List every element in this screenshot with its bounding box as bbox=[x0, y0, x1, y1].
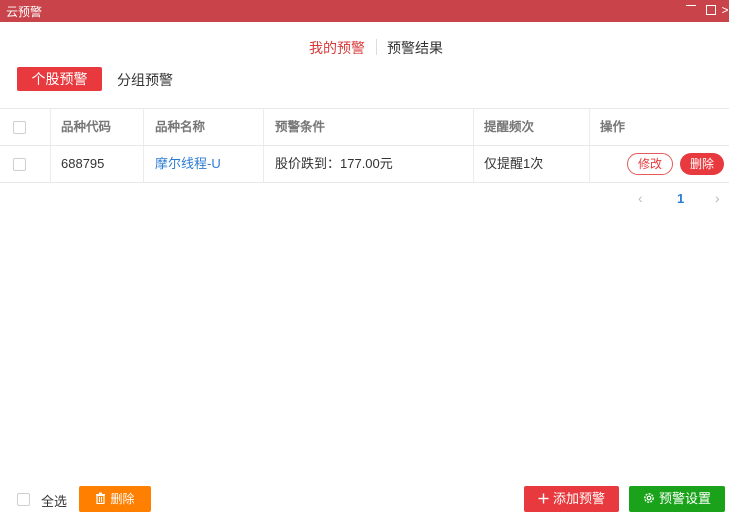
row-checkbox[interactable] bbox=[13, 158, 26, 171]
column-divider bbox=[589, 109, 590, 145]
minimize-icon bbox=[686, 5, 696, 6]
tab-group-alerts[interactable]: 分组预警 bbox=[117, 70, 173, 90]
header-frequency: 提醒频次 bbox=[484, 120, 535, 134]
maximize-icon bbox=[706, 5, 716, 15]
top-nav: 我的预警 预警结果 bbox=[0, 38, 729, 56]
close-button[interactable]: > bbox=[721, 2, 729, 18]
prev-page-icon[interactable]: ‹ bbox=[638, 190, 643, 206]
table-row: 688795 摩尔线程-U 股价跌到：177.00元 仅提醒1次 修改 删除 bbox=[0, 146, 729, 183]
next-page-icon[interactable]: › bbox=[715, 190, 720, 206]
header-name: 品种名称 bbox=[155, 120, 206, 134]
column-divider bbox=[589, 146, 590, 182]
nav-divider bbox=[376, 39, 377, 55]
edit-button[interactable]: 修改 bbox=[627, 153, 673, 175]
row-frequency: 仅提醒1次 bbox=[484, 156, 544, 171]
header-checkbox[interactable] bbox=[13, 121, 26, 134]
select-all-label[interactable]: 全选 bbox=[41, 491, 67, 510]
title-bar: 云预警 > bbox=[0, 0, 729, 22]
header-actions: 操作 bbox=[600, 120, 626, 134]
column-divider bbox=[50, 109, 51, 145]
tab-stock-alerts[interactable]: 个股预警 bbox=[17, 67, 102, 91]
column-divider bbox=[263, 109, 264, 145]
trash-icon bbox=[95, 486, 106, 512]
column-divider bbox=[143, 109, 144, 145]
add-alert-button[interactable]: 添加预警 bbox=[524, 486, 619, 512]
column-divider bbox=[263, 146, 264, 182]
bulk-delete-button[interactable]: 删除 bbox=[79, 486, 151, 512]
select-all-checkbox[interactable] bbox=[17, 493, 30, 506]
column-divider bbox=[473, 109, 474, 145]
add-alert-label: 添加预警 bbox=[552, 491, 605, 506]
plus-icon bbox=[538, 486, 549, 512]
maximize-button[interactable] bbox=[703, 2, 719, 18]
close-icon: > bbox=[721, 3, 729, 17]
header-condition: 预警条件 bbox=[275, 120, 326, 134]
alert-settings-button[interactable]: 预警设置 bbox=[629, 486, 725, 512]
alert-settings-label: 预警设置 bbox=[658, 491, 711, 506]
row-condition: 股价跌到：177.00元 bbox=[275, 156, 393, 171]
column-divider bbox=[473, 146, 474, 182]
delete-row-button[interactable]: 删除 bbox=[680, 153, 724, 175]
table-header: 品种代码 品种名称 预警条件 提醒频次 操作 bbox=[0, 109, 729, 146]
gear-icon bbox=[643, 486, 655, 512]
alerts-table: 品种代码 品种名称 预警条件 提醒频次 操作 688795 摩尔线程-U 股价跌… bbox=[0, 108, 729, 183]
current-page[interactable]: 1 bbox=[677, 191, 684, 206]
column-divider bbox=[50, 146, 51, 182]
sub-tabs: 个股预警 分组预警 bbox=[0, 67, 400, 91]
header-code: 品种代码 bbox=[61, 120, 112, 134]
minimize-button[interactable] bbox=[683, 2, 699, 18]
row-name-link[interactable]: 摩尔线程-U bbox=[155, 146, 221, 182]
column-divider bbox=[143, 146, 144, 182]
row-code: 688795 bbox=[61, 156, 105, 171]
tab-my-alerts[interactable]: 我的预警 bbox=[309, 38, 365, 58]
bulk-delete-label: 删除 bbox=[110, 492, 135, 506]
window-title: 云预警 bbox=[6, 5, 43, 19]
footer-bar: 全选 删除 添加预警 预警设置 bbox=[0, 486, 729, 512]
pagination: ‹ 1 › bbox=[0, 190, 729, 208]
tab-alert-results[interactable]: 预警结果 bbox=[387, 38, 443, 58]
